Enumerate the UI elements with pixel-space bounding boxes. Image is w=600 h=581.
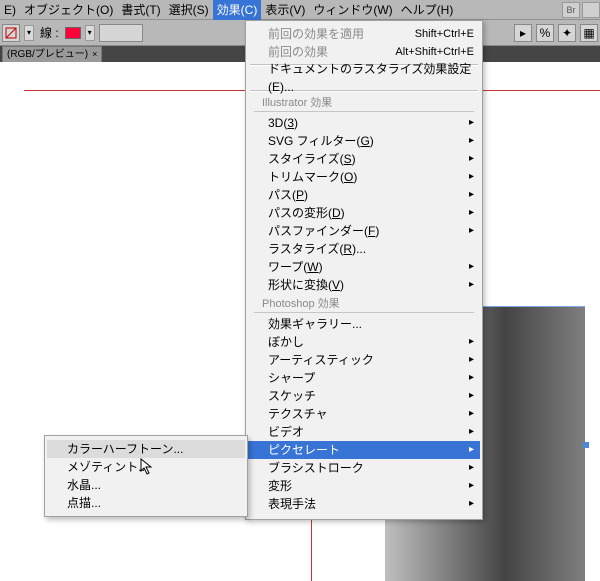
menu-item[interactable]: ワープ(W)▸ <box>248 258 480 276</box>
menu-item[interactable]: ビデオ▸ <box>248 423 480 441</box>
menu-item[interactable]: スケッチ▸ <box>248 387 480 405</box>
menubar-item[interactable]: ヘルプ(H) <box>397 0 458 20</box>
submenu-arrow-icon: ▸ <box>469 186 474 204</box>
document-tab[interactable]: (RGB/プレビュー) × <box>2 46 102 62</box>
menubar-item[interactable]: 選択(S) <box>165 0 213 20</box>
menubar-item[interactable]: 効果(C) <box>213 0 262 20</box>
menu-item[interactable]: アーティスティック▸ <box>248 351 480 369</box>
menu-item[interactable]: 3D(3)▸ <box>248 114 480 132</box>
menu-item[interactable]: パスファインダー(F)▸ <box>248 222 480 240</box>
menu-section-illustrator: Illustrator 効果 <box>254 95 474 112</box>
menu-item[interactable]: トリムマーク(O)▸ <box>248 168 480 186</box>
menu-item[interactable]: テクスチャ▸ <box>248 405 480 423</box>
menu-item[interactable]: 効果ギャラリー... <box>248 315 480 333</box>
menu-item[interactable]: シャープ▸ <box>248 369 480 387</box>
document-tab-label: (RGB/プレビュー) <box>7 48 88 61</box>
selection-handle[interactable] <box>583 442 589 448</box>
menu-item[interactable]: ラスタライズ(R)... <box>248 240 480 258</box>
toolbar-icon[interactable]: ▦ <box>580 24 598 42</box>
submenu-arrow-icon: ▸ <box>469 423 474 441</box>
menu-item[interactable]: ブラシストローク▸ <box>248 459 480 477</box>
menu-item[interactable]: ぼかし▸ <box>248 333 480 351</box>
menu-item[interactable]: 表現手法▸ <box>248 495 480 513</box>
menubar-item[interactable]: 書式(T) <box>117 0 164 20</box>
submenu-arrow-icon: ▸ <box>469 369 474 387</box>
stroke-weight-field[interactable] <box>99 24 143 42</box>
stroke-swatch[interactable] <box>65 27 81 39</box>
submenu-item[interactable]: 点描... <box>47 494 245 512</box>
menubar-item[interactable]: ウィンドウ(W) <box>309 0 396 20</box>
submenu-arrow-icon: ▸ <box>469 495 474 513</box>
submenu-arrow-icon: ▸ <box>469 387 474 405</box>
submenu-arrow-icon: ▸ <box>469 441 474 459</box>
menubar: E)オブジェクト(O)書式(T)選択(S)効果(C)表示(V)ウィンドウ(W)ヘ… <box>0 0 600 20</box>
submenu-arrow-icon: ▸ <box>469 276 474 294</box>
submenu-item[interactable]: メゾティント... <box>47 458 245 476</box>
submenu-arrow-icon: ▸ <box>469 333 474 351</box>
submenu-arrow-icon: ▸ <box>469 204 474 222</box>
toolbar-icon[interactable]: ▸ <box>514 24 532 42</box>
submenu-arrow-icon: ▸ <box>469 150 474 168</box>
submenu-arrow-icon: ▸ <box>469 351 474 369</box>
effect-menu: 前回の効果を適用 Shift+Ctrl+E 前回の効果 Alt+Shift+Ct… <box>245 20 483 520</box>
toolbar-icon[interactable]: % <box>536 24 554 42</box>
menu-last-effect: 前回の効果 Alt+Shift+Ctrl+E <box>248 43 480 61</box>
fill-dropdown[interactable]: ▾ <box>24 25 34 41</box>
pixelate-submenu: カラーハーフトーン...メゾティント...水晶...点描... <box>44 435 248 517</box>
menu-item[interactable]: パス(P)▸ <box>248 186 480 204</box>
menu-item[interactable]: 変形▸ <box>248 477 480 495</box>
submenu-arrow-icon: ▸ <box>469 405 474 423</box>
menubar-item[interactable]: E) <box>0 0 20 20</box>
submenu-arrow-icon: ▸ <box>469 168 474 186</box>
menu-item[interactable]: SVG フィルター(G)▸ <box>248 132 480 150</box>
menu-rasterize-settings[interactable]: ドキュメントのラスタライズ効果設定(E)... <box>248 69 480 87</box>
menubar-item[interactable]: 表示(V) <box>261 0 309 20</box>
submenu-arrow-icon: ▸ <box>469 258 474 276</box>
submenu-arrow-icon: ▸ <box>469 132 474 150</box>
menubar-item[interactable]: オブジェクト(O) <box>20 0 117 20</box>
menu-item[interactable]: 形状に変換(V)▸ <box>248 276 480 294</box>
submenu-arrow-icon: ▸ <box>469 114 474 132</box>
bridge-button[interactable]: Br <box>562 2 580 18</box>
submenu-arrow-icon: ▸ <box>469 477 474 495</box>
submenu-item[interactable]: カラーハーフトーン... <box>47 440 245 458</box>
stroke-dropdown[interactable]: ▾ <box>85 25 95 41</box>
submenu-arrow-icon: ▸ <box>469 222 474 240</box>
submenu-arrow-icon: ▸ <box>469 459 474 477</box>
menu-item[interactable]: スタイライズ(S)▸ <box>248 150 480 168</box>
toolbar-icon[interactable]: ✦ <box>558 24 576 42</box>
menu-item-pixelate[interactable]: ピクセレート▸ <box>248 441 480 459</box>
menu-item[interactable]: パスの変形(D)▸ <box>248 204 480 222</box>
menu-apply-last-effect: 前回の効果を適用 Shift+Ctrl+E <box>248 25 480 43</box>
no-selection-icon[interactable] <box>2 24 20 42</box>
menubar-icon-button[interactable] <box>582 2 600 18</box>
menu-section-photoshop: Photoshop 効果 <box>254 296 474 313</box>
submenu-item[interactable]: 水晶... <box>47 476 245 494</box>
close-icon[interactable]: × <box>92 48 97 61</box>
stroke-label: 線 : <box>38 24 61 41</box>
